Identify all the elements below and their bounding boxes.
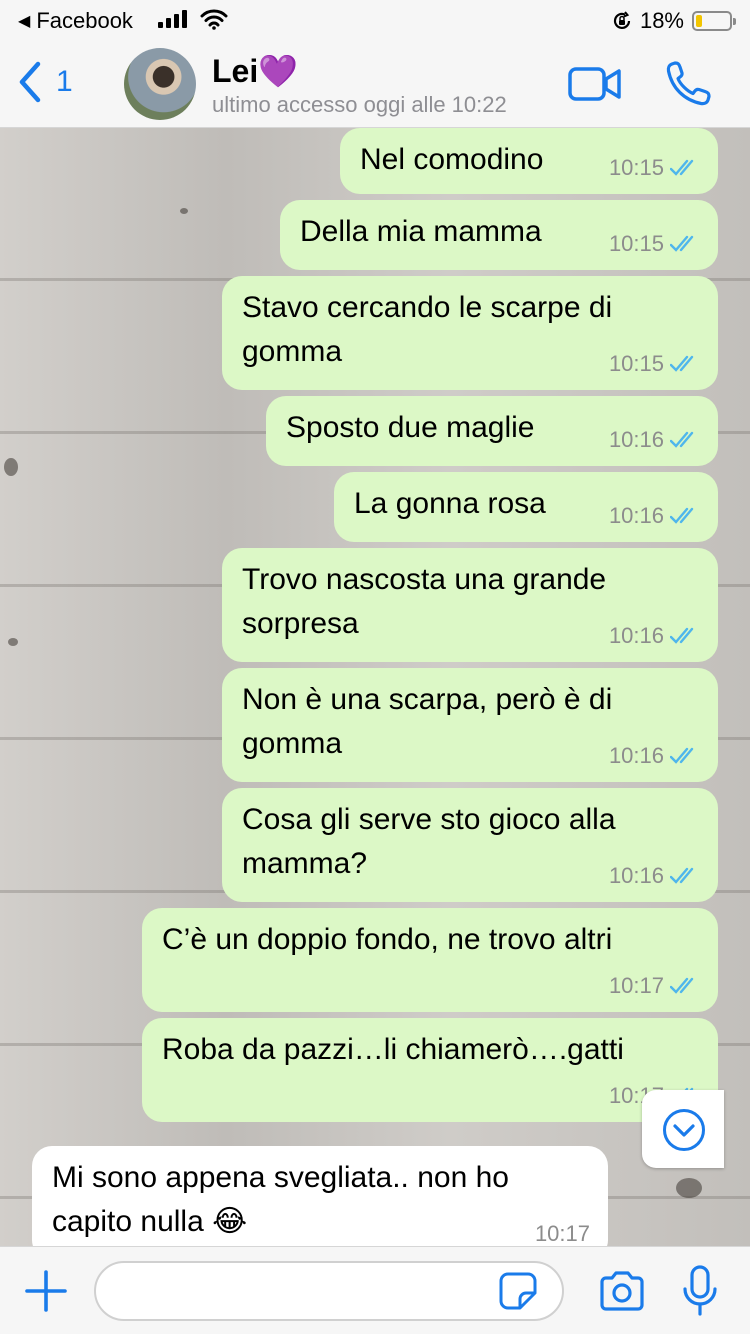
chevron-down-circle-icon bbox=[663, 1109, 705, 1151]
message-bubble-outgoing[interactable]: Sposto due maglie 10:16 bbox=[266, 396, 718, 466]
message-time: 10:15 bbox=[608, 351, 664, 376]
battery-level bbox=[696, 15, 702, 27]
message-meta: 10:17 bbox=[609, 964, 700, 1008]
message-text: Trovo nascosta una grande sorpresa bbox=[242, 563, 607, 640]
scroll-to-bottom-button[interactable] bbox=[642, 1090, 724, 1168]
message-text: Roba da pazzi…li chiamerò….gatti bbox=[162, 1033, 624, 1066]
last-seen-status: ultimo accesso oggi alle 10:22 bbox=[212, 92, 507, 117]
message-meta: 10:16 bbox=[609, 418, 700, 462]
battery-percent: 18% bbox=[639, 8, 684, 33]
message-time: 10:16 bbox=[608, 427, 664, 452]
message-input[interactable] bbox=[94, 1261, 564, 1321]
message-meta: 10:15 bbox=[609, 342, 700, 386]
microphone-icon[interactable] bbox=[680, 1265, 720, 1317]
message-meta: 10:16 bbox=[609, 494, 700, 538]
message-text: Non è una scarpa, però è di gomma bbox=[242, 683, 613, 760]
plus-icon[interactable] bbox=[24, 1269, 68, 1313]
read-ticks-icon bbox=[670, 627, 694, 644]
message-time: 10:16 bbox=[608, 503, 664, 528]
message-meta: 10:15 bbox=[609, 222, 700, 266]
back-app-label: Facebook bbox=[36, 8, 133, 33]
wood-knot bbox=[4, 458, 18, 476]
message-bubble-outgoing[interactable]: La gonna rosa 10:16 bbox=[334, 472, 718, 542]
input-bar bbox=[0, 1246, 750, 1334]
read-ticks-icon bbox=[670, 867, 694, 884]
read-ticks-icon bbox=[670, 977, 694, 994]
status-back-to-app[interactable]: ◀ Facebook bbox=[18, 8, 133, 34]
rotation-lock-icon bbox=[613, 11, 631, 30]
read-ticks-icon bbox=[670, 355, 694, 372]
message-text: Sposto due maglie bbox=[286, 411, 535, 444]
message-text: Della mia mamma bbox=[300, 215, 542, 248]
message-bubble-outgoing[interactable]: Cosa gli serve sto gioco alla mamma? 10:… bbox=[222, 788, 718, 902]
read-ticks-icon bbox=[670, 747, 694, 764]
status-bar: ◀ Facebook 18% bbox=[0, 0, 750, 40]
camera-icon[interactable] bbox=[598, 1271, 646, 1311]
message-time: 10:17 bbox=[608, 973, 664, 998]
message-bubble-outgoing[interactable]: Trovo nascosta una grande sorpresa 10:16 bbox=[222, 548, 718, 662]
message-time: 10:17 bbox=[534, 1221, 590, 1246]
signal-icon bbox=[158, 10, 187, 28]
read-ticks-icon bbox=[670, 235, 694, 252]
wifi-icon bbox=[200, 9, 228, 30]
message-bubble-incoming[interactable]: Mi sono appena svegliata.. non ho capito… bbox=[32, 1146, 608, 1246]
message-meta: 10:16 bbox=[609, 734, 700, 778]
message-text: Mi sono appena svegliata.. non ho capito… bbox=[52, 1161, 509, 1238]
message-time: 10:16 bbox=[608, 623, 664, 648]
chat-area[interactable]: Nel comodino 10:15 Della mia mamma 10:15… bbox=[0, 128, 750, 1246]
message-bubble-outgoing[interactable]: Non è una scarpa, però è di gomma 10:16 bbox=[222, 668, 718, 782]
read-ticks-icon bbox=[670, 159, 694, 176]
sticker-icon[interactable] bbox=[498, 1271, 538, 1311]
wood-knot bbox=[180, 208, 188, 214]
chevron-left-icon bbox=[19, 61, 41, 103]
phone-call-icon[interactable] bbox=[666, 60, 712, 106]
contact-avatar[interactable] bbox=[124, 48, 196, 120]
message-text: Nel comodino bbox=[360, 143, 544, 176]
message-meta: 10:15 bbox=[609, 146, 700, 190]
message-bubble-outgoing[interactable]: Roba da pazzi…li chiamerò….gatti 10:17 bbox=[142, 1018, 718, 1122]
message-bubble-outgoing[interactable]: Nel comodino 10:15 bbox=[340, 128, 718, 194]
wood-knot bbox=[676, 1178, 702, 1198]
message-text: Stavo cercando le scarpe di gomma bbox=[242, 291, 613, 368]
message-time: 10:15 bbox=[608, 155, 664, 180]
back-triangle-icon: ◀ bbox=[18, 13, 31, 30]
read-ticks-icon bbox=[670, 431, 694, 448]
message-time: 10:16 bbox=[608, 743, 664, 768]
message-meta: 10:16 bbox=[609, 614, 700, 658]
back-button[interactable]: 1 bbox=[16, 60, 73, 104]
read-ticks-icon bbox=[670, 507, 694, 524]
video-call-icon[interactable] bbox=[568, 64, 622, 104]
message-bubble-outgoing[interactable]: C’è un doppio fondo, ne trovo altri 10:1… bbox=[142, 908, 718, 1012]
message-meta: 10:16 bbox=[609, 854, 700, 898]
battery-icon bbox=[692, 11, 736, 31]
contact-name[interactable]: Lei💜 bbox=[212, 52, 298, 90]
message-time: 10:16 bbox=[608, 863, 664, 888]
message-bubble-outgoing[interactable]: Stavo cercando le scarpe di gomma 10:15 bbox=[222, 276, 718, 390]
message-text: C’è un doppio fondo, ne trovo altri bbox=[162, 923, 613, 956]
message-text: Cosa gli serve sto gioco alla mamma? bbox=[242, 803, 616, 880]
unread-count: 1 bbox=[56, 65, 73, 98]
message-meta: 10:17 bbox=[535, 1212, 590, 1246]
chat-header: 1 Lei💜 ultimo accesso oggi alle 10:22 bbox=[0, 40, 750, 128]
wood-knot bbox=[8, 638, 18, 646]
message-bubble-outgoing[interactable]: Della mia mamma 10:15 bbox=[280, 200, 718, 270]
message-text: La gonna rosa bbox=[354, 487, 546, 520]
message-time: 10:15 bbox=[608, 231, 664, 256]
